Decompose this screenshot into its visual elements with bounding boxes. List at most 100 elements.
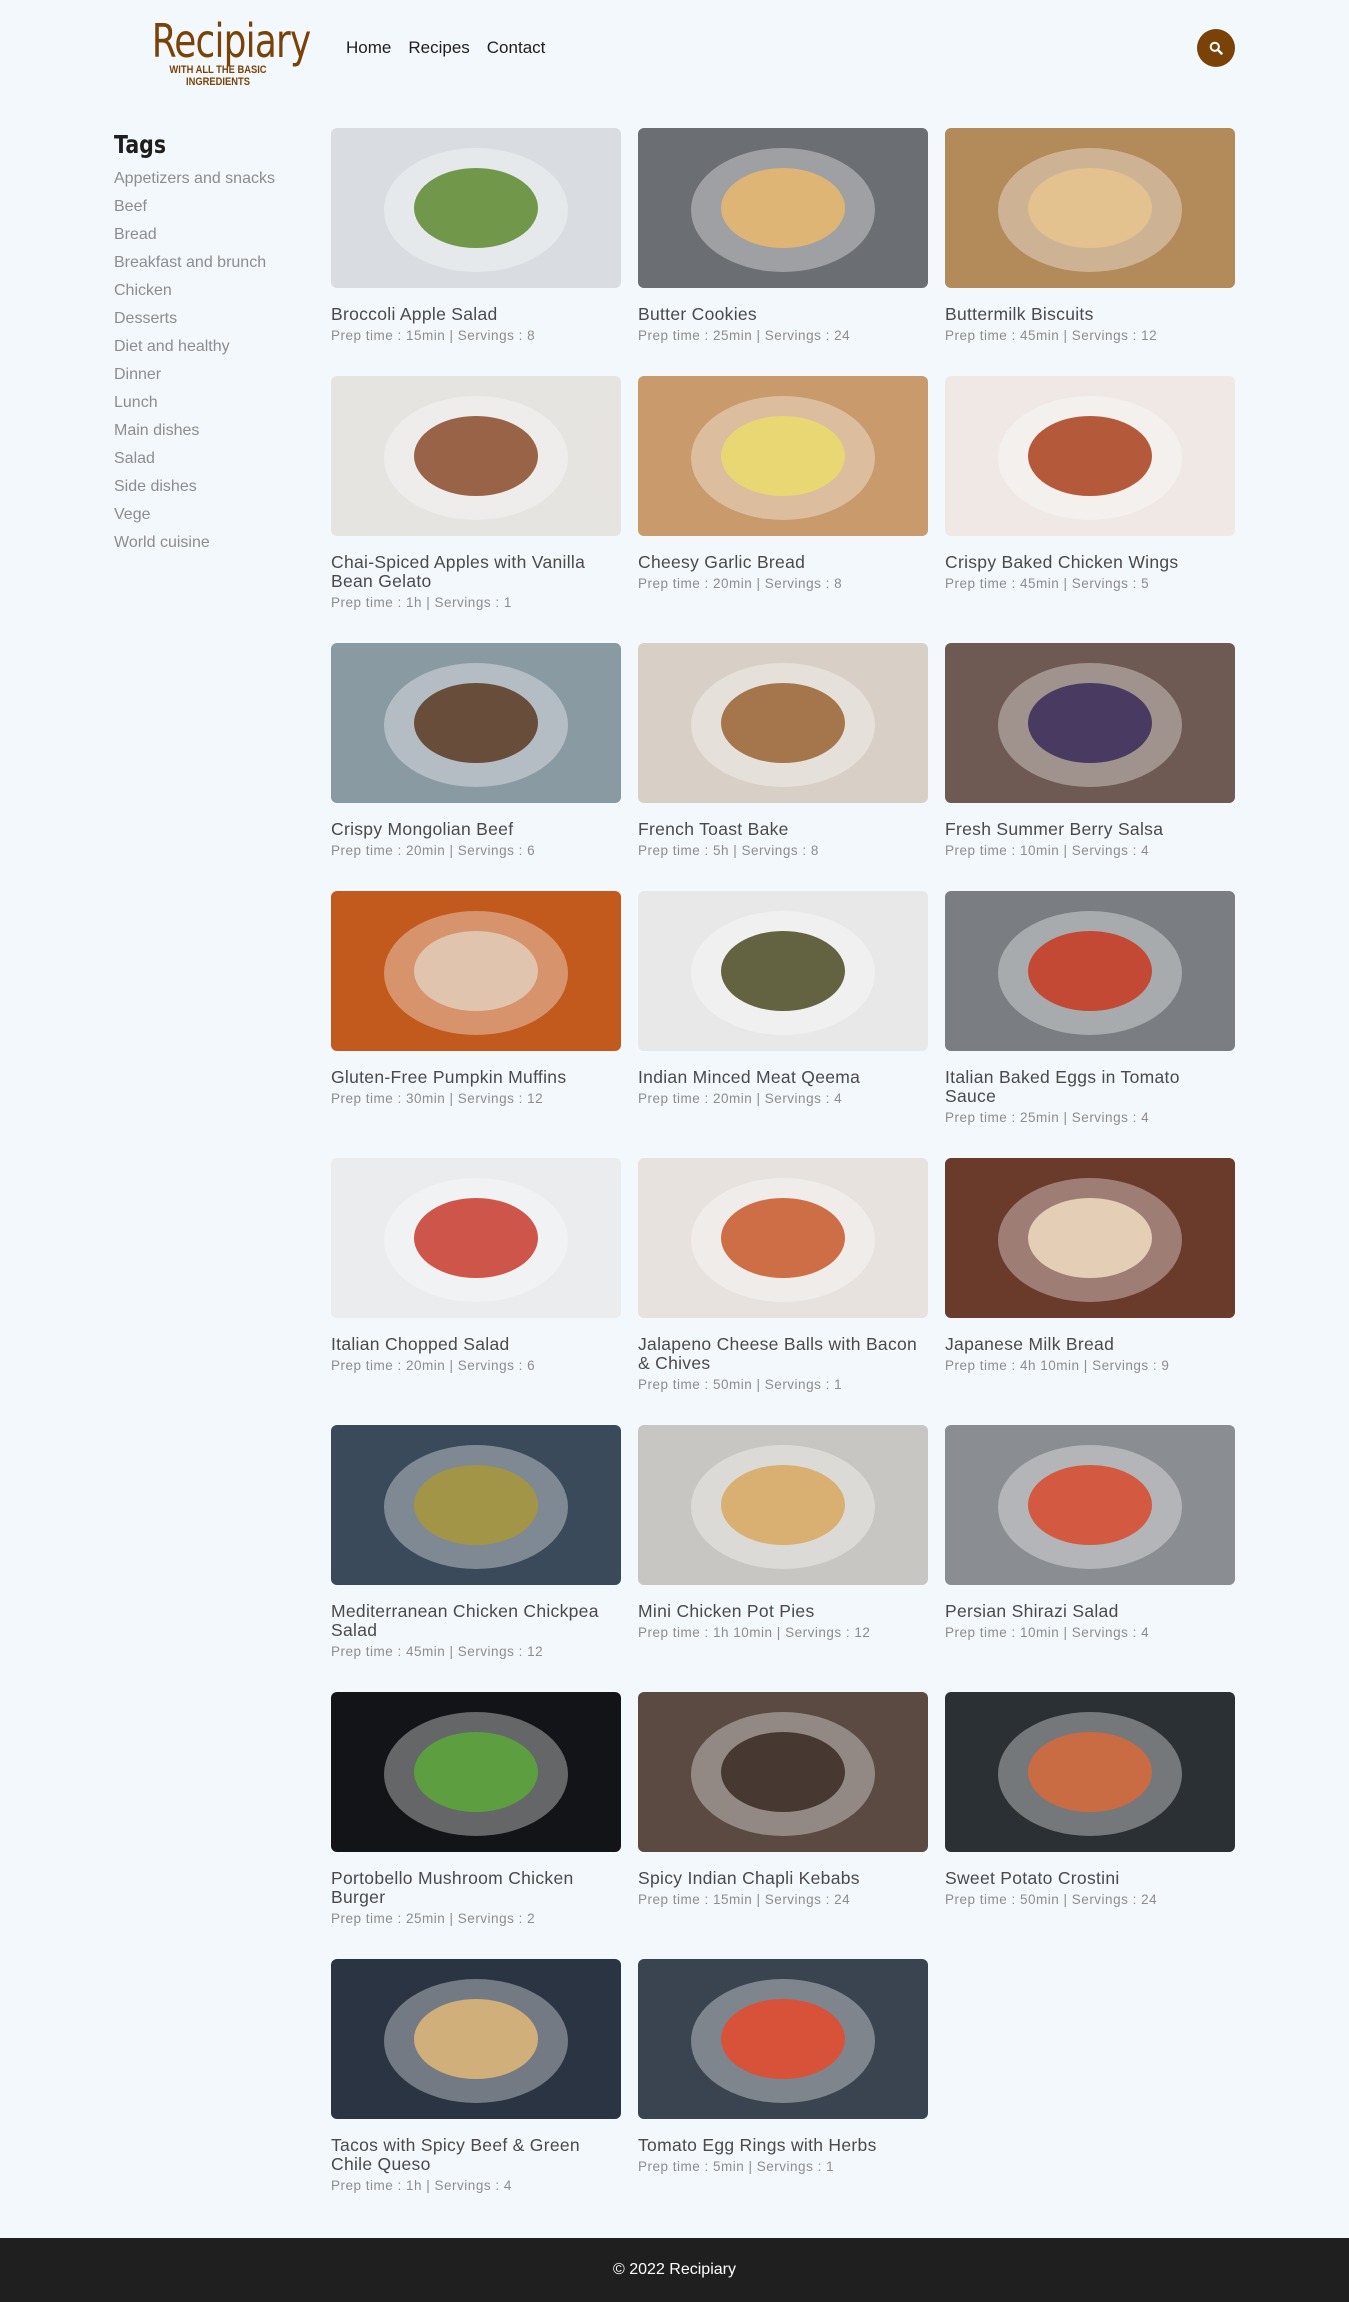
recipe-meta: Prep time : 10min | Servings : 4 [945,843,1150,858]
nav-recipes[interactable]: Recipes [408,37,469,59]
recipe-image [331,1158,621,1318]
photo-food [721,1999,845,2079]
tag-link[interactable]: World cuisine [114,534,210,551]
tag-link[interactable]: Main dishes [114,422,199,439]
photo-food [1028,1465,1152,1545]
recipe-title: Buttermilk Biscuits [945,304,1094,324]
recipe-photo-placeholder [638,1692,928,1852]
recipe-card[interactable]: Jalapeno Cheese Balls with Bacon & Chive… [638,1158,928,1425]
recipe-meta: Prep time : 25min | Servings : 2 [331,1911,536,1926]
recipe-meta: Prep time : 50min | Servings : 1 [638,1377,843,1392]
recipe-title: Broccoli Apple Salad [331,304,498,324]
recipe-image [638,1959,928,2119]
recipe-title: Indian Minced Meat Qeema [638,1067,861,1087]
recipe-photo-placeholder [331,376,621,536]
recipe-meta: Prep time : 45min | Servings : 12 [945,328,1158,343]
recipe-card[interactable]: Italian Chopped Salad Prep time : 20min |… [331,1158,621,1425]
recipe-meta: Prep time : 1h | Servings : 4 [331,2178,512,2193]
tag-link[interactable]: Breakfast and brunch [114,254,266,271]
photo-food [1028,168,1152,248]
tag-item: Main dishes [114,420,314,448]
recipe-card[interactable]: Sweet Potato Crostini Prep time : 50min |… [945,1692,1235,1959]
recipe-title: Sweet Potato Crostini [945,1868,1120,1888]
recipe-image [638,1425,928,1585]
recipe-meta: Prep time : 20min | Servings : 8 [638,576,843,591]
recipe-card[interactable]: Mini Chicken Pot Pies Prep time : 1h 10mi… [638,1425,928,1692]
tag-link[interactable]: Appetizers and snacks [114,170,275,187]
recipe-photo-placeholder [945,891,1235,1051]
photo-food [721,683,845,763]
tag-link[interactable]: Lunch [114,394,158,411]
tag-item: Side dishes [114,476,314,504]
recipe-card[interactable]: Fresh Summer Berry Salsa Prep time : 10mi… [945,643,1235,891]
site-footer: © 2022 Recipiary [0,2238,1349,2302]
recipe-card[interactable]: Crispy Mongolian Beef Prep time : 20min |… [331,643,621,891]
recipe-card[interactable]: Japanese Milk Bread Prep time : 4h 10min … [945,1158,1235,1425]
recipe-photo-placeholder [945,128,1235,288]
recipe-photo-placeholder [331,128,621,288]
recipe-image [331,1959,621,2119]
recipe-card[interactable]: Mediterranean Chicken Chickpea Salad Prep… [331,1425,621,1692]
recipe-card[interactable]: French Toast Bake Prep time : 5h | Servin… [638,643,928,891]
tag-item: Lunch [114,392,314,420]
tag-link[interactable]: Diet and healthy [114,338,230,355]
nav-contact[interactable]: Contact [487,37,546,59]
recipe-card[interactable]: Cheesy Garlic Bread Prep time : 20min | S… [638,376,928,643]
recipe-meta: Prep time : 45min | Servings : 12 [331,1644,544,1659]
recipe-card[interactable]: Butter Cookies Prep time : 25min | Servin… [638,128,928,376]
photo-food [1028,1732,1152,1812]
recipe-card[interactable]: Chai-Spiced Apples with Vanilla Bean Gel… [331,376,621,643]
recipe-card[interactable]: Tomato Egg Rings with Herbs Prep time : 5… [638,1959,928,2226]
recipe-photo-placeholder [945,376,1235,536]
recipe-card[interactable]: Italian Baked Eggs in Tomato Sauce Prep t… [945,891,1235,1158]
recipe-image [638,891,928,1051]
tag-link[interactable]: Bread [114,226,157,243]
recipe-card[interactable]: Indian Minced Meat Qeema Prep time : 20mi… [638,891,928,1158]
tag-link[interactable]: Salad [114,450,155,467]
tag-item: Dinner [114,364,314,392]
nav-home[interactable]: Home [346,37,391,59]
tag-link[interactable]: Chicken [114,282,172,299]
logo-name: Recipiary [151,14,312,68]
tag-item: Bread [114,224,314,252]
search-button[interactable] [1197,29,1235,67]
recipe-card[interactable]: Spicy Indian Chapli Kebabs Prep time : 15… [638,1692,928,1959]
recipe-card[interactable]: Broccoli Apple Salad Prep time : 15min | … [331,128,621,376]
recipe-card[interactable]: Crispy Baked Chicken Wings Prep time : 45… [945,376,1235,643]
recipe-photo-placeholder [638,1959,928,2119]
tag-item: Vege [114,504,314,532]
recipe-card[interactable]: Tacos with Spicy Beef & Green Chile Ques… [331,1959,621,2226]
recipe-meta: Prep time : 15min | Servings : 24 [638,1892,851,1907]
recipe-title: Gluten-Free Pumpkin Muffins [331,1067,567,1087]
tag-link[interactable]: Desserts [114,310,177,327]
tag-link[interactable]: Side dishes [114,478,197,495]
photo-food [414,1999,538,2079]
site-logo[interactable]: Recipiary WITH ALL THE BASIC INGREDIENTS [133,14,312,88]
recipe-meta: Prep time : 5min | Servings : 1 [638,2159,835,2174]
recipe-card[interactable]: Gluten-Free Pumpkin Muffins Prep time : 3… [331,891,621,1158]
recipe-card[interactable]: Persian Shirazi Salad Prep time : 10min |… [945,1425,1235,1692]
tags-sidebar: Tags Appetizers and snacks Beef Bread Break… [114,130,314,560]
tag-item: Breakfast and brunch [114,252,314,280]
recipe-image [331,1425,621,1585]
photo-food [721,1198,845,1278]
tag-list: Appetizers and snacks Beef Bread Breakfast … [114,168,314,560]
recipe-image [331,128,621,288]
recipe-meta: Prep time : 25min | Servings : 4 [945,1110,1150,1125]
recipe-title: Jalapeno Cheese Balls with Bacon & Chive… [638,1334,918,1373]
recipe-title: Mini Chicken Pot Pies [638,1601,815,1621]
photo-food [721,1732,845,1812]
recipe-title: Crispy Baked Chicken Wings [945,552,1179,572]
tag-link[interactable]: Dinner [114,366,161,383]
recipe-image [945,643,1235,803]
recipe-meta: Prep time : 1h | Servings : 1 [331,595,512,610]
recipe-card[interactable]: Portobello Mushroom Chicken Burger Prep t… [331,1692,621,1959]
recipe-photo-placeholder [638,891,928,1051]
tag-link[interactable]: Vege [114,506,150,523]
tag-item: Salad [114,448,314,476]
recipe-title: Portobello Mushroom Chicken Burger [331,1868,574,1907]
recipe-title: Spicy Indian Chapli Kebabs [638,1868,860,1888]
recipe-image [945,1158,1235,1318]
tag-link[interactable]: Beef [114,198,147,215]
recipe-card[interactable]: Buttermilk Biscuits Prep time : 45min | S… [945,128,1235,376]
